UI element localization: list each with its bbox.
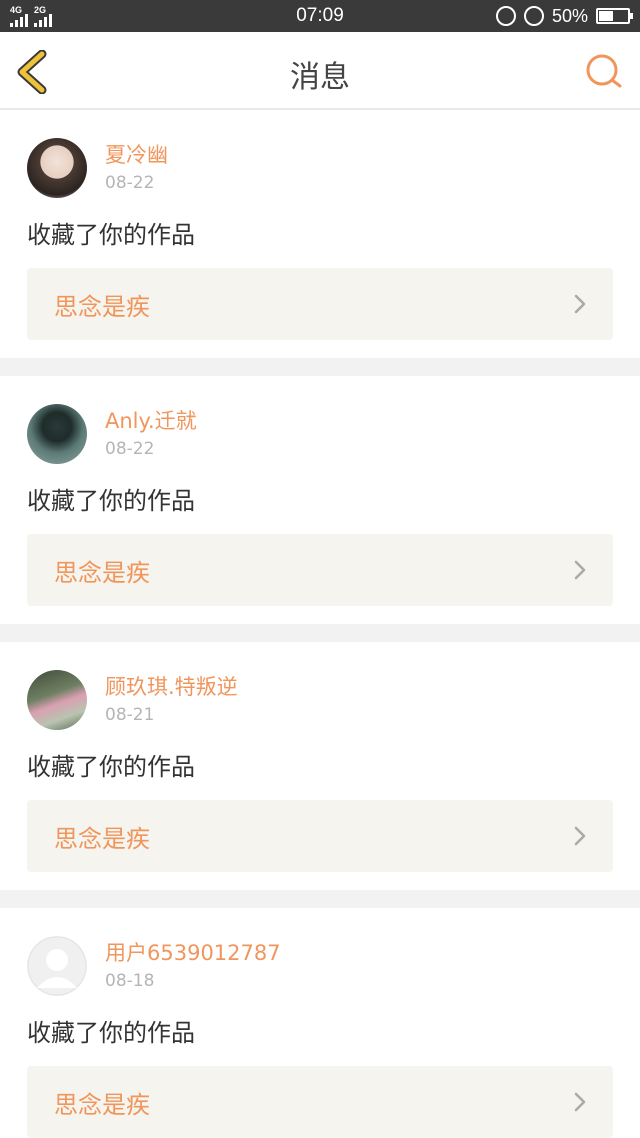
message-list: 夏冷幽 08-22 收藏了你的作品 思念是疾 Anly.迁就 08-22 收藏了… [0,110,640,1138]
status-bar: 4G 2G 07:09 50% [0,0,640,32]
message-date: 08-22 [105,173,155,193]
work-link[interactable]: 思念是疾 [27,268,613,340]
signal-icon-2g: 2G [34,6,52,27]
message-item: Anly.迁就 08-22 收藏了你的作品 思念是疾 [0,376,640,624]
username[interactable]: Anly.迁就 [105,406,197,436]
message-action-text: 收藏了你的作品 [27,487,195,515]
work-link[interactable]: 思念是疾 [27,800,613,872]
message-item: 用户6539012787 08-18 收藏了你的作品 思念是疾 [0,908,640,1138]
chevron-right-icon [574,1092,586,1112]
chevron-right-icon [574,560,586,580]
work-title: 思念是疾 [54,1090,150,1119]
divider [0,890,640,908]
avatar[interactable] [27,404,87,464]
top-nav-bar: 消息 [0,32,640,110]
username[interactable]: 顾玖琪.特叛逆 [105,672,238,702]
message-date: 08-22 [105,439,155,459]
work-title: 思念是疾 [54,824,150,853]
page-title: 消息 [290,60,350,95]
signal-indicators: 4G 2G [10,5,52,27]
chevron-right-icon [574,826,586,846]
alarm-icon [523,6,544,26]
avatar[interactable] [27,670,87,730]
work-title: 思念是疾 [54,292,150,321]
search-button[interactable] [584,52,624,92]
divider [0,358,640,376]
avatar[interactable] [27,138,87,198]
message-action-text: 收藏了你的作品 [27,753,195,781]
message-item: 夏冷幽 08-22 收藏了你的作品 思念是疾 [0,110,640,358]
search-icon [586,54,622,88]
username[interactable]: 夏冷幽 [105,140,168,170]
message-date: 08-21 [105,705,155,725]
divider [0,624,640,642]
work-title: 思念是疾 [54,558,150,587]
message-action-text: 收藏了你的作品 [27,221,195,249]
signal-icon-4g: 4G [10,6,28,27]
network-type-label: 2G [34,5,47,15]
network-type-label: 4G [10,5,23,15]
rotation-lock-icon [495,6,516,26]
message-item: 顾玖琪.特叛逆 08-21 收藏了你的作品 思念是疾 [0,642,640,890]
status-time: 07:09 [296,5,344,26]
message-date: 08-18 [105,971,155,991]
username[interactable]: 用户6539012787 [105,938,281,968]
avatar[interactable] [27,936,87,996]
chevron-right-icon [574,294,586,314]
work-link[interactable]: 思念是疾 [27,534,613,606]
battery-percent: 50% [551,5,588,26]
default-avatar-icon [27,936,87,996]
battery-icon [596,8,633,24]
message-action-text: 收藏了你的作品 [27,1019,195,1047]
work-link[interactable]: 思念是疾 [27,1066,613,1138]
